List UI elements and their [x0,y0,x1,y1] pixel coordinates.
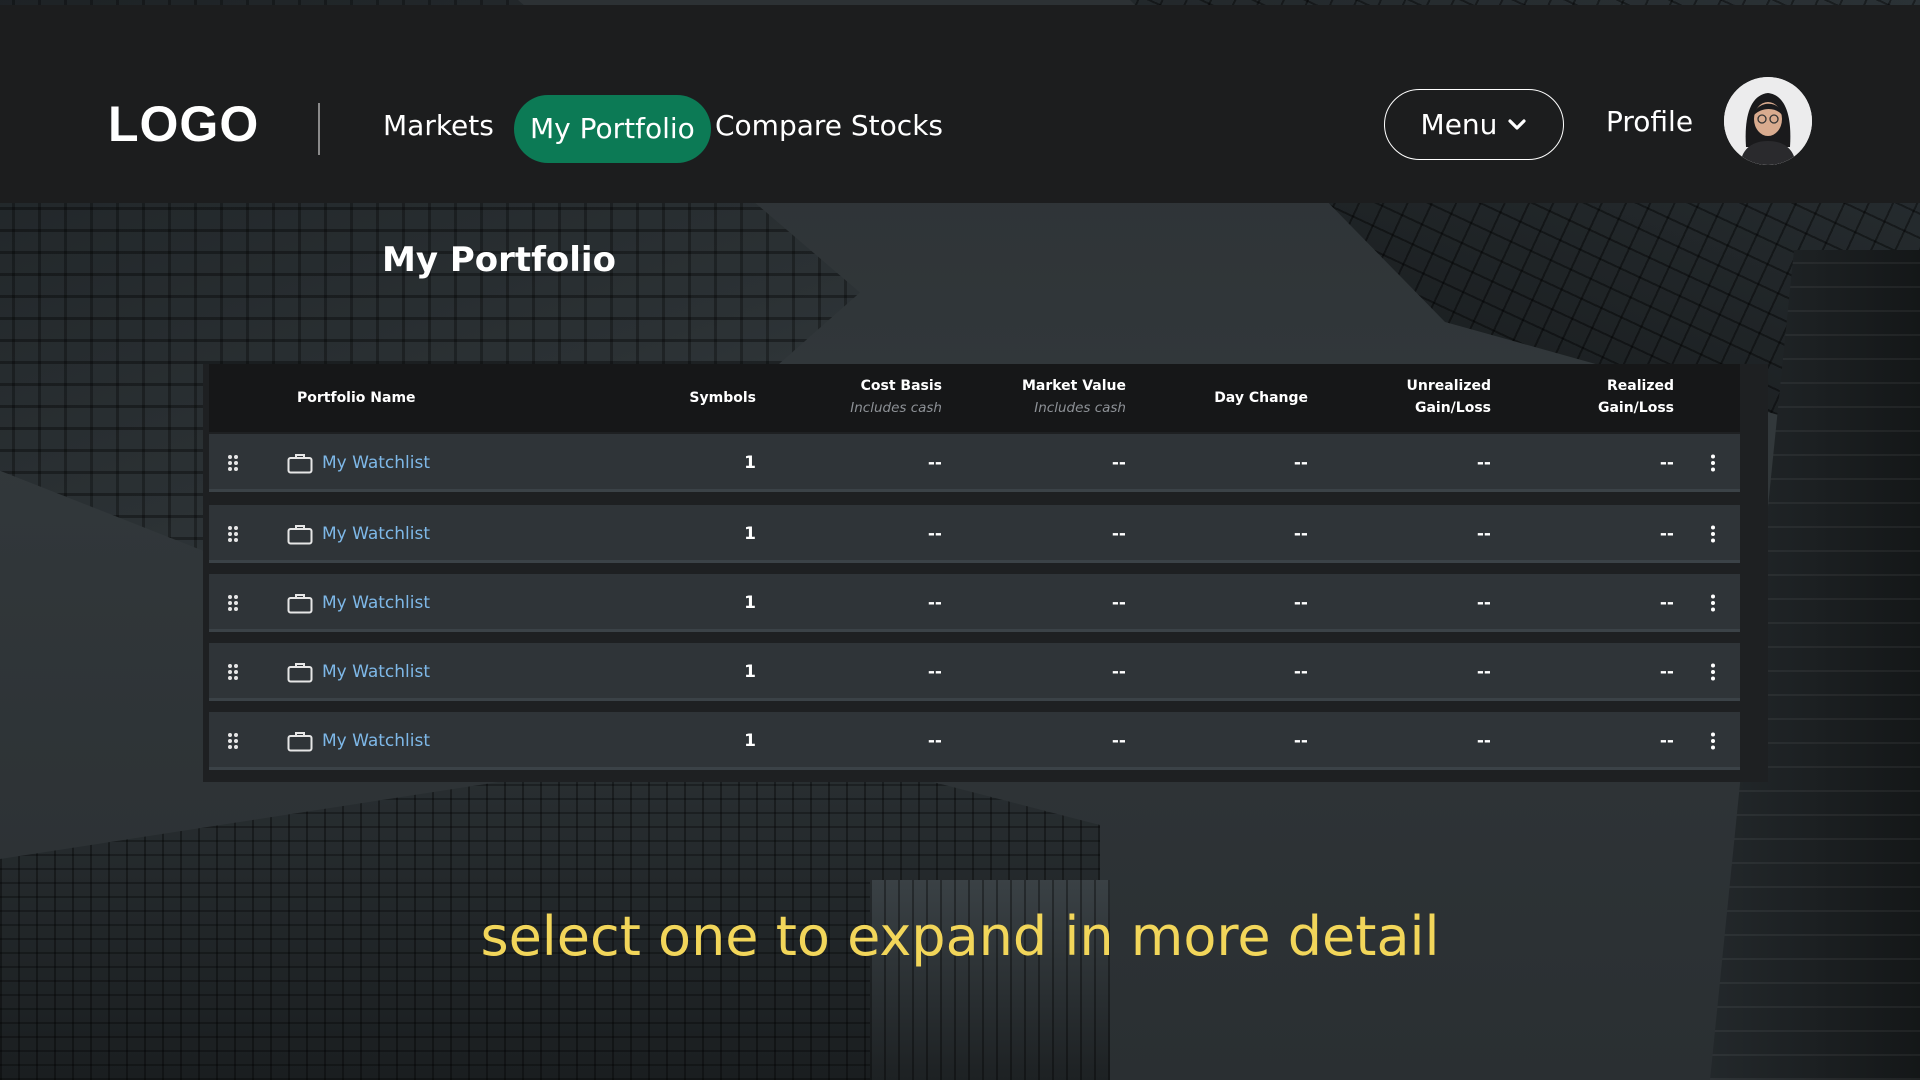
market-value-label: Market Value [1021,378,1126,394]
column-header-portfolio-name[interactable]: Portfolio Name [297,387,416,409]
portfolio-name-link[interactable]: My Watchlist [322,643,430,701]
symbols-count: 1 [744,453,756,473]
unrealized-label-line1: Unrealized [1406,378,1491,394]
more-vertical-icon[interactable] [1710,505,1722,563]
user-avatar-icon [1724,77,1812,165]
portfolio-name-link[interactable]: My Watchlist [322,712,430,770]
portfolio-name-link[interactable]: My Watchlist [322,505,430,563]
briefcase-icon [287,643,313,701]
cost-basis-label: Cost Basis [860,378,942,394]
chevron-down-icon [1507,118,1527,132]
column-header-market-value[interactable]: Market Value Includes cash [1022,375,1126,419]
market-value-value: -- [1111,453,1126,473]
portfolio-table: Portfolio Name Symbols Cost Basis Includ… [203,364,1768,782]
portfolio-name-link[interactable]: My Watchlist [322,434,430,492]
unrealized-value: -- [1476,524,1491,544]
cost-basis-value: -- [927,453,942,473]
symbols-count: 1 [744,662,756,682]
day-change-value: -- [1293,731,1308,751]
portfolio-name-link[interactable]: My Watchlist [322,574,430,632]
menu-button[interactable]: Menu [1384,89,1564,160]
avatar[interactable] [1724,77,1812,165]
table-row[interactable]: My Watchlist 1 -- -- -- -- -- [209,712,1740,770]
unrealized-value: -- [1476,731,1491,751]
logo[interactable]: LOGO [108,95,259,153]
column-header-symbols[interactable]: Symbols [689,387,756,409]
briefcase-icon [287,712,313,770]
briefcase-icon [287,505,313,563]
drag-handle-icon[interactable] [227,505,247,563]
drag-handle-icon[interactable] [227,434,247,492]
nav-my-portfolio[interactable]: My Portfolio [514,95,711,163]
page-title: My Portfolio [382,240,616,280]
symbols-count: 1 [744,731,756,751]
unrealized-value: -- [1476,593,1491,613]
unrealized-value: -- [1476,662,1491,682]
market-value-value: -- [1111,524,1126,544]
menu-label: Menu [1420,108,1498,141]
unrealized-label-line2: Gain/Loss [1414,400,1491,416]
column-header-realized[interactable]: Realized Gain/Loss [1598,375,1674,419]
symbols-count: 1 [744,524,756,544]
realized-value: -- [1659,593,1674,613]
nav-divider [318,103,320,155]
more-vertical-icon[interactable] [1710,712,1722,770]
realized-value: -- [1659,662,1674,682]
day-change-value: -- [1293,524,1308,544]
cost-basis-value: -- [927,662,942,682]
briefcase-icon [287,434,313,492]
market-value-value: -- [1111,662,1126,682]
table-header: Portfolio Name Symbols Cost Basis Includ… [209,364,1740,432]
column-header-day-change[interactable]: Day Change [1214,387,1308,409]
cost-basis-value: -- [927,593,942,613]
column-header-unrealized[interactable]: Unrealized Gain/Loss [1407,375,1491,419]
cost-basis-value: -- [927,524,942,544]
nav-compare-stocks[interactable]: Compare Stocks [715,109,943,142]
realized-value: -- [1659,524,1674,544]
more-vertical-icon[interactable] [1710,574,1722,632]
table-row[interactable]: My Watchlist 1 -- -- -- -- -- [209,434,1740,492]
drag-handle-icon[interactable] [227,712,247,770]
nav-markets[interactable]: Markets [383,109,494,142]
realized-value: -- [1659,731,1674,751]
day-change-value: -- [1293,593,1308,613]
briefcase-icon [287,574,313,632]
drag-handle-icon[interactable] [227,643,247,701]
more-vertical-icon[interactable] [1710,434,1722,492]
market-value-sublabel: Includes cash [1034,400,1126,416]
unrealized-value: -- [1476,453,1491,473]
symbols-count: 1 [744,593,756,613]
instruction-caption: select one to expand in more detail [480,905,1440,968]
table-row[interactable]: My Watchlist 1 -- -- -- -- -- [209,574,1740,632]
day-change-value: -- [1293,662,1308,682]
drag-handle-icon[interactable] [227,574,247,632]
realized-label-line2: Gain/Loss [1597,400,1674,416]
market-value-value: -- [1111,731,1126,751]
realized-label-line1: Realized [1607,378,1674,394]
more-vertical-icon[interactable] [1710,643,1722,701]
profile-link[interactable]: Profile [1606,105,1693,138]
market-value-value: -- [1111,593,1126,613]
table-row[interactable]: My Watchlist 1 -- -- -- -- -- [209,505,1740,563]
cost-basis-sublabel: Includes cash [850,400,942,416]
table-row[interactable]: My Watchlist 1 -- -- -- -- -- [209,643,1740,701]
cost-basis-value: -- [927,731,942,751]
column-header-cost-basis[interactable]: Cost Basis Includes cash [850,375,942,419]
top-navbar: LOGO Markets My Portfolio Compare Stocks… [0,5,1920,203]
realized-value: -- [1659,453,1674,473]
day-change-value: -- [1293,453,1308,473]
